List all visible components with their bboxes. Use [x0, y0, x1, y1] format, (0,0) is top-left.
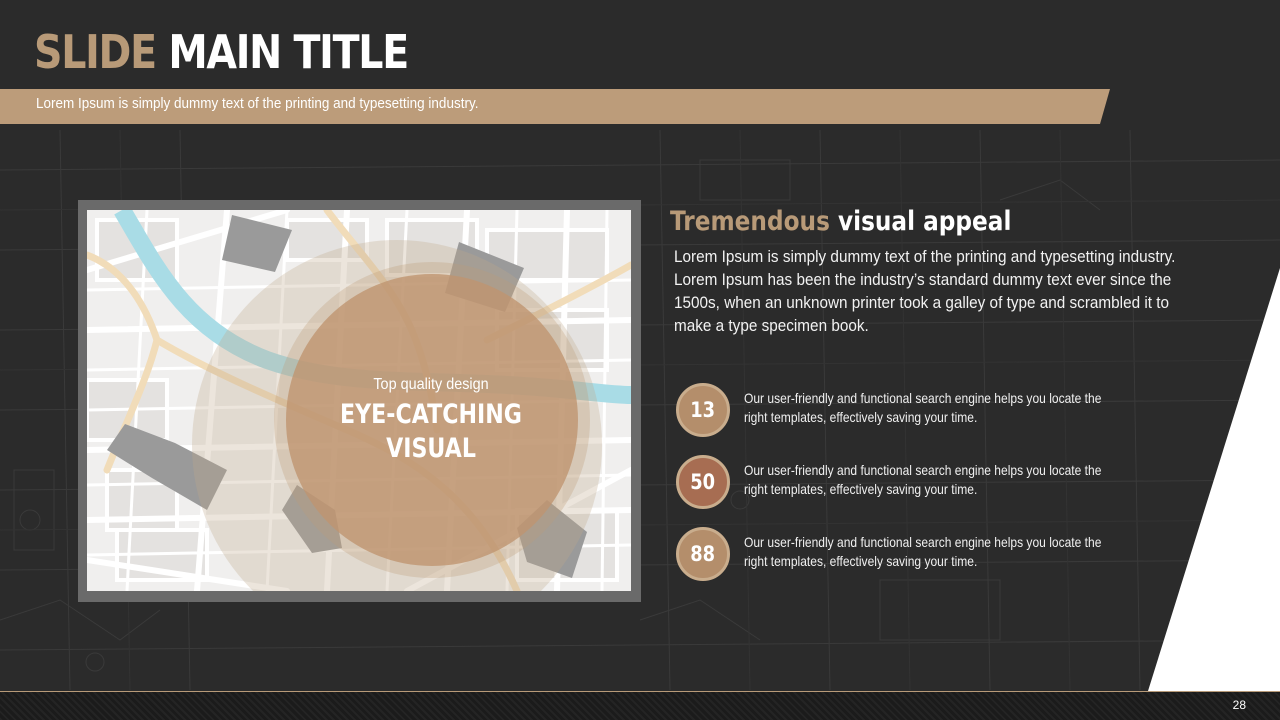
stat-description: Our user-friendly and functional search … — [744, 462, 1102, 497]
section-heading: Tremendous visual appeal — [670, 203, 1011, 241]
title-main-words: MAIN TITLE — [168, 25, 409, 79]
stat-value: 88 — [690, 542, 716, 566]
stat-item: 88 Our user-friendly and functional sear… — [676, 527, 1146, 587]
heading-accent-word: Tremendous — [670, 206, 830, 237]
stat-value: 13 — [690, 398, 716, 422]
visual-caption-line-2: VISUAL — [386, 433, 476, 464]
stat-badge: 50 — [676, 455, 730, 509]
visual-caption-line-1: EYE-CATCHING — [340, 399, 522, 430]
slide: SLIDE MAIN TITLE Lorem Ipsum is simply d… — [0, 0, 1280, 720]
subtitle-text: Lorem Ipsum is simply dummy text of the … — [36, 95, 479, 112]
stat-description: Our user-friendly and functional search … — [744, 534, 1102, 569]
visual-caption-large: EYE-CATCHING VISUAL — [338, 398, 523, 466]
slide-title: SLIDE MAIN TITLE — [34, 22, 409, 82]
page-number: 28 — [1232, 698, 1246, 712]
visual-caption-small: Top quality design — [373, 376, 489, 393]
stat-item: 50 Our user-friendly and functional sear… — [676, 455, 1146, 515]
heading-main-words: visual appeal — [837, 206, 1012, 237]
footer-bar — [0, 691, 1280, 720]
title-accent-word: SLIDE — [34, 25, 157, 79]
stat-badge: 13 — [676, 383, 730, 437]
section-body: Lorem Ipsum is simply dummy text of the … — [674, 247, 1176, 335]
stat-description: Our user-friendly and functional search … — [744, 390, 1102, 425]
stat-badge: 88 — [676, 527, 730, 581]
stat-value: 50 — [690, 470, 716, 494]
stat-item: 13 Our user-friendly and functional sear… — [676, 383, 1146, 443]
